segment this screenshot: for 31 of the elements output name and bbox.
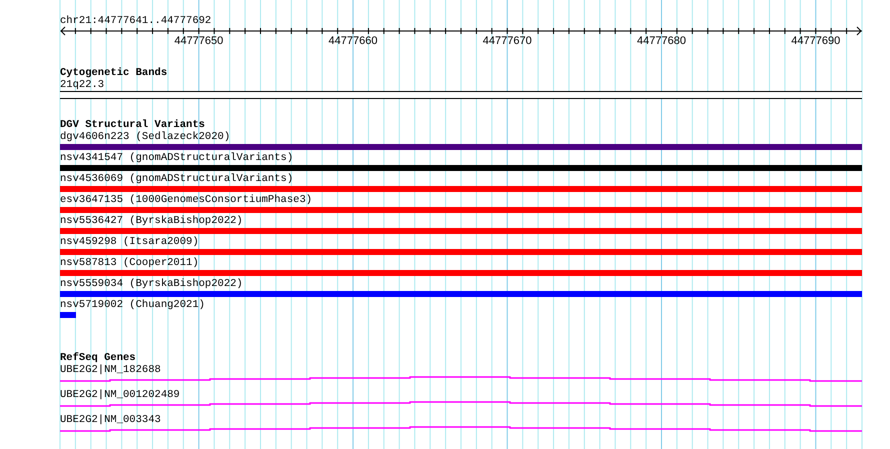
variant-label: esv3647135 (1000GenomesConsortiumPhase3) [60, 194, 312, 206]
band-label: 21q22.3 [60, 79, 104, 91]
track-title: Cytogenetic Bands [60, 67, 168, 79]
variant-label: nsv459298 (Itsara2009) [60, 236, 199, 248]
variant-bar[interactable] [60, 144, 862, 150]
transcript-label: UBE2G2|NM_182688 [60, 364, 161, 376]
variant-bar[interactable] [60, 312, 76, 318]
variant-label: dgv4606n223 (Sedlazeck2020) [60, 131, 230, 143]
variant-label: nsv4341547 (gnomADStructuralVariants) [60, 152, 294, 164]
variant-bar[interactable] [60, 228, 862, 234]
variant-label: nsv4536069 (gnomADStructuralVariants) [60, 173, 294, 185]
variant-label: nsv5559034 (ByrskaBishop2022) [60, 278, 243, 290]
variant-bar[interactable] [60, 270, 862, 276]
tick-label: 44777670 [482, 35, 532, 47]
variant-label: nsv587813 (Cooper2011) [60, 257, 199, 269]
tick-label: 44777680 [637, 35, 686, 47]
variant-label: nsv5536427 (ByrskaBishop2022) [60, 215, 243, 227]
tick-label: 44777690 [791, 35, 840, 47]
variant-bar[interactable] [60, 186, 862, 192]
variant-bar[interactable] [60, 207, 862, 213]
track-title: DGV Structural Variants [60, 119, 205, 131]
tick-label: 44777660 [328, 35, 378, 47]
variant-bar[interactable] [60, 165, 862, 171]
variant-label: nsv5719002 (Chuang2021) [60, 299, 205, 311]
variant-bar[interactable] [60, 249, 862, 255]
transcript-label: UBE2G2|NM_001202489 [60, 389, 180, 401]
location-label: chr21:44777641..44777692 [60, 15, 212, 27]
tick-label: 44777650 [174, 35, 224, 47]
variant-bar[interactable] [60, 291, 862, 297]
transcript-label: UBE2G2|NM_003343 [60, 414, 161, 426]
track-title: RefSeq Genes [60, 352, 136, 364]
